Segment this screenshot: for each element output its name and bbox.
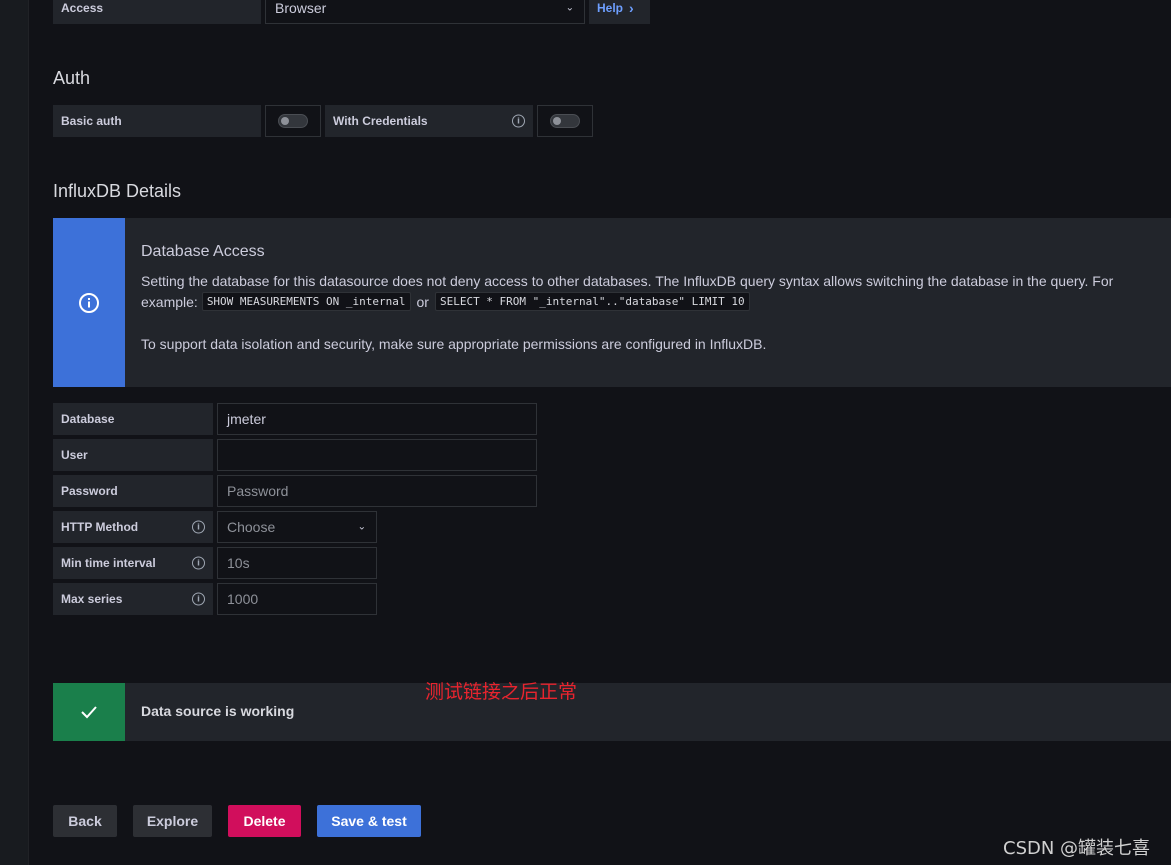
status-stripe <box>53 683 125 741</box>
with-credentials-label-text: With Credentials <box>333 114 428 128</box>
or-text: or <box>416 293 429 310</box>
access-select[interactable]: Browser ⌄ <box>265 0 585 24</box>
notice-line2: To support data isolation and security, … <box>141 336 767 352</box>
http-method-select[interactable]: Choose ⌄ <box>217 511 377 543</box>
with-credentials-toggle[interactable] <box>550 114 580 128</box>
access-label: Access <box>53 0 261 24</box>
max-series-input[interactable]: 1000 <box>217 583 377 615</box>
watermark: CSDN @罐装七喜 <box>1003 838 1151 859</box>
toggle-knob <box>553 117 561 125</box>
user-label: User <box>53 439 213 471</box>
toggle-knob <box>281 117 289 125</box>
chevron-down-icon: ⌄ <box>357 521 366 533</box>
info-icon[interactable]: i <box>192 520 205 534</box>
code-snippet-select: SELECT * FROM "_internal".."database" LI… <box>434 292 750 311</box>
http-method-placeholder: Choose <box>227 519 276 535</box>
basic-auth-toggle[interactable] <box>278 114 308 128</box>
influxdb-details-title: InfluxDB Details <box>53 181 182 201</box>
red-annotation-text: 测试链接之后正常 <box>425 681 578 703</box>
with-credentials-label: With Credentials i <box>325 105 533 137</box>
status-text: Data source is working <box>141 703 295 719</box>
info-icon[interactable]: i <box>512 114 525 128</box>
delete-button[interactable]: Delete <box>228 805 301 837</box>
basic-auth-label-text: Basic auth <box>61 114 122 128</box>
database-input[interactable]: jmeter <box>217 403 537 435</box>
http-method-label: HTTP Method i <box>53 511 213 543</box>
password-input[interactable]: Password <box>217 475 537 507</box>
min-time-interval-label: Min time interval i <box>53 547 213 579</box>
access-label-text: Access <box>61 1 104 15</box>
help-label: Help <box>597 1 624 15</box>
explore-button[interactable]: Explore <box>133 805 212 837</box>
code-snippet-show-measurements: SHOW MEASUREMENTS ON _internal <box>201 292 411 311</box>
user-label-text: User <box>61 448 88 462</box>
info-circle-icon <box>79 292 99 313</box>
back-button[interactable]: Back <box>53 805 117 837</box>
datasource-status-alert: Data source is working <box>53 683 1171 741</box>
basic-auth-label: Basic auth <box>53 105 261 137</box>
notice-example-line: example: SHOW MEASUREMENTS ON _internal … <box>141 292 750 311</box>
chevron-right-icon: › <box>629 0 634 16</box>
with-credentials-toggle-container <box>537 105 593 137</box>
chevron-down-icon: ⌄ <box>565 2 574 14</box>
notice-stripe <box>53 218 125 387</box>
max-series-placeholder: 1000 <box>227 591 259 607</box>
max-series-label-text: Max series <box>61 592 123 606</box>
user-input[interactable] <box>217 439 537 471</box>
access-help-button[interactable]: Help › <box>589 0 650 24</box>
info-icon[interactable]: i <box>192 556 205 570</box>
auth-section-title: Auth <box>53 68 91 88</box>
min-time-interval-label-text: Min time interval <box>61 556 156 570</box>
save-test-button[interactable]: Save & test <box>317 805 421 837</box>
password-label-text: Password <box>61 484 118 498</box>
database-label-text: Database <box>61 412 115 426</box>
left-sidebar-rail <box>0 0 29 865</box>
database-input-value: jmeter <box>227 411 266 427</box>
access-select-value: Browser <box>275 0 327 16</box>
example-prefix: example: <box>141 293 198 310</box>
database-label: Database <box>53 403 213 435</box>
password-label: Password <box>53 475 213 507</box>
max-series-label: Max series i <box>53 583 213 615</box>
password-placeholder: Password <box>227 483 289 499</box>
check-icon <box>81 706 97 719</box>
info-icon[interactable]: i <box>192 592 205 606</box>
notice-title: Database Access <box>141 243 265 260</box>
notice-line1: Setting the database for this datasource… <box>141 273 1114 289</box>
http-method-label-text: HTTP Method <box>61 520 139 534</box>
min-time-interval-placeholder: 10s <box>227 555 250 571</box>
min-time-interval-input[interactable]: 10s <box>217 547 377 579</box>
database-access-notice: Database Access Setting the database for… <box>53 218 1171 387</box>
basic-auth-toggle-container <box>265 105 321 137</box>
